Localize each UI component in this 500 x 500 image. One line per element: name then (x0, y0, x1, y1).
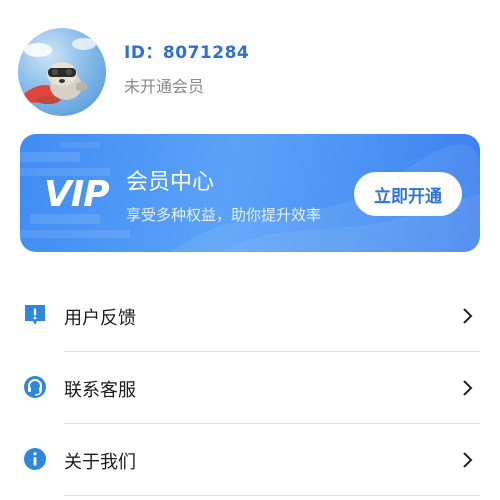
info-icon (24, 448, 46, 470)
avatar[interactable] (18, 28, 106, 116)
vip-card[interactable]: VIP 会员中心 享受多种权益，助你提升效率 立即开通 (20, 134, 480, 252)
customer-service-icon (24, 376, 46, 398)
divider (64, 495, 480, 496)
chevron-right-icon (463, 452, 473, 468)
membership-status: 未开通会员 (124, 77, 205, 96)
vip-center-title: 会员中心 (126, 170, 215, 195)
menu-item-label: 用户反馈 (64, 308, 136, 329)
vip-logo: VIP (44, 174, 110, 215)
user-id: ID：8071284 (124, 43, 250, 63)
profile-page: ID：8071284 未开通会员 VIP 会员中心 享受多种权益，助你提升效率 … (0, 0, 500, 500)
menu-item-label: 关于我们 (64, 452, 136, 473)
avatar-image (24, 38, 96, 104)
menu-item-label: 联系客服 (64, 380, 136, 401)
menu-item-feedback[interactable]: 用户反馈 (0, 280, 500, 352)
settings-menu: 用户反馈 联系客服 关于我们 (0, 280, 500, 496)
chevron-right-icon (463, 380, 473, 396)
activate-vip-button[interactable]: 立即开通 (354, 172, 462, 216)
feedback-icon (25, 305, 45, 325)
menu-item-about-us[interactable]: 关于我们 (0, 424, 500, 496)
chevron-right-icon (463, 308, 473, 324)
menu-item-customer-service[interactable]: 联系客服 (0, 352, 500, 424)
profile-header: ID：8071284 未开通会员 (18, 28, 478, 120)
vip-subtitle: 享受多种权益，助你提升效率 (126, 206, 322, 224)
